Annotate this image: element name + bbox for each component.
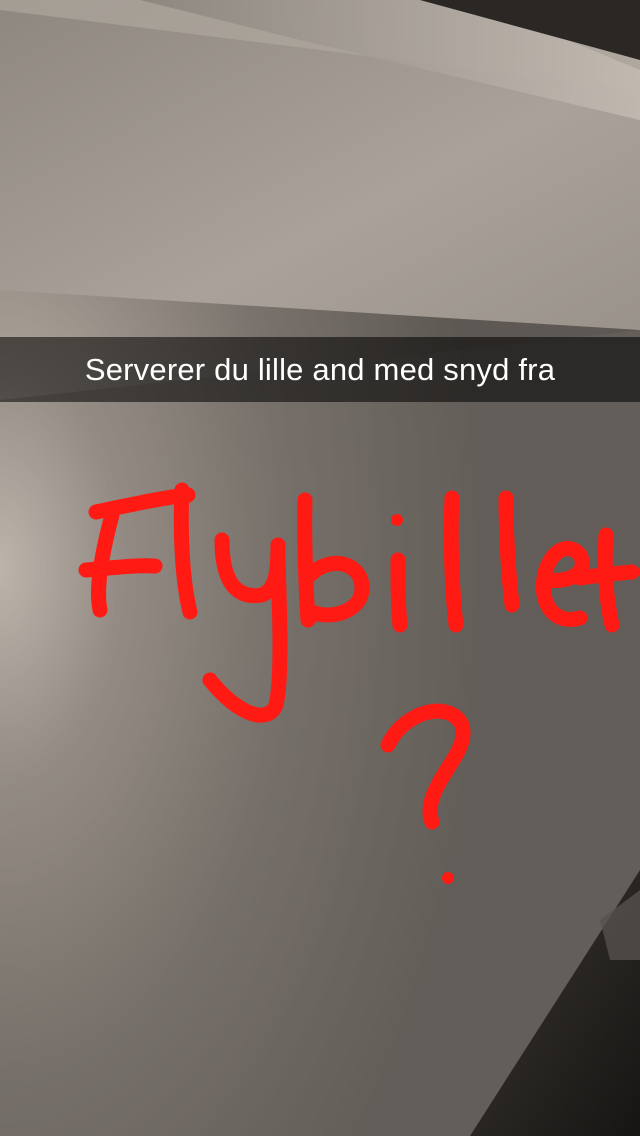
snap-viewer[interactable]: Serverer du lille and med snyd fra	[0, 0, 640, 1136]
caption-bar[interactable]: Serverer du lille and med snyd fra	[0, 337, 640, 402]
caption-text: Serverer du lille and med snyd fra	[84, 351, 556, 387]
background-photo	[0, 0, 640, 1136]
